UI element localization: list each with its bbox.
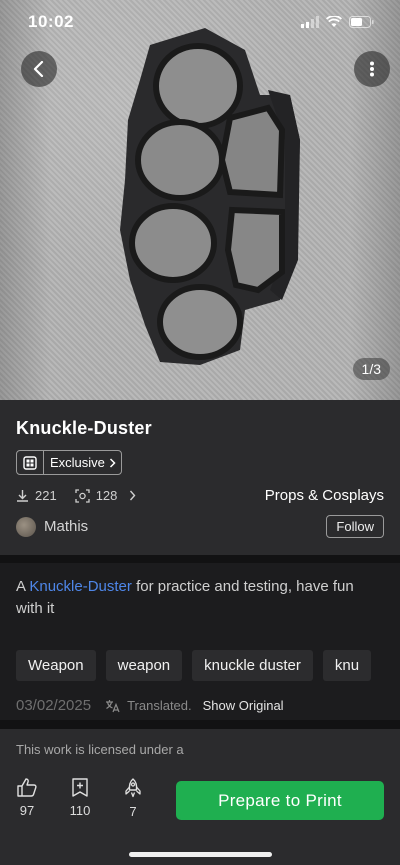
- stats[interactable]: 221 128: [16, 488, 136, 503]
- section-divider: [0, 720, 400, 729]
- author-name: Mathis: [44, 518, 89, 535]
- model-image[interactable]: 10:02 1/3: [0, 0, 400, 400]
- collect-count: 110: [69, 803, 91, 818]
- print-stat: 128: [75, 488, 118, 503]
- description-link[interactable]: Knuckle-Duster: [29, 578, 132, 595]
- category-link[interactable]: Props & Cosplays: [265, 487, 384, 504]
- more-options-button[interactable]: [354, 51, 390, 87]
- chevron-left-icon: [33, 61, 44, 77]
- like-count: 97: [19, 803, 35, 818]
- like-button[interactable]: 97: [14, 778, 40, 819]
- tag-chip[interactable]: knu: [322, 650, 372, 681]
- wifi-icon: [326, 16, 342, 27]
- bookmark-plus-icon: [72, 778, 88, 797]
- model-info-panel: Knuckle-Duster Exclusive 221 128 Props &…: [0, 400, 400, 555]
- action-buttons: 97 110 7: [14, 778, 146, 819]
- rocket-icon: [125, 778, 141, 798]
- prepare-to-print-button[interactable]: Prepare to Print: [176, 781, 384, 820]
- translated-label: Translated.: [127, 698, 192, 713]
- exclusive-icon: [17, 451, 44, 474]
- avatar: [16, 516, 36, 537]
- more-vertical-icon: [370, 61, 374, 77]
- follow-button[interactable]: Follow: [326, 515, 384, 538]
- translate-icon: [106, 699, 120, 712]
- home-indicator[interactable]: [129, 852, 272, 857]
- printed-scan-icon: [75, 488, 90, 503]
- boost-count: 7: [129, 804, 137, 819]
- status-icons: [301, 16, 374, 28]
- print-count: 128: [95, 488, 118, 503]
- download-icon: [17, 490, 28, 502]
- description-text: A Knuckle-Duster for practice and testin…: [16, 576, 384, 620]
- collect-button[interactable]: 110: [67, 778, 93, 819]
- download-count: 221: [35, 488, 57, 503]
- exclusive-label: Exclusive: [50, 455, 105, 470]
- image-pager: 1/3: [352, 358, 390, 380]
- tag-chip[interactable]: knuckle duster: [192, 650, 313, 681]
- cellular-signal-icon: [301, 16, 319, 28]
- model-title: Knuckle-Duster: [16, 418, 152, 438]
- tag-chip[interactable]: Weapon: [16, 650, 96, 681]
- show-original-link[interactable]: Show Original: [203, 698, 284, 713]
- battery-icon: [349, 16, 374, 28]
- license-text: This work is licensed under a: [16, 742, 184, 757]
- translation-info: Translated. Show Original: [105, 698, 284, 713]
- tag-chip[interactable]: weapon: [105, 650, 183, 681]
- status-bar: 10:02: [0, 0, 400, 44]
- description-prefix: A: [16, 578, 30, 595]
- thumbs-up-icon: [17, 778, 37, 797]
- meta-row: 03/02/2025 Translated. Show Original: [16, 697, 384, 714]
- back-button[interactable]: [21, 51, 57, 87]
- boost-button[interactable]: 7: [120, 778, 146, 819]
- model-detail-screen: 10:02 1/3 Knuckle-Duster Exclusive 221 1…: [0, 0, 400, 865]
- download-stat: 221: [16, 488, 57, 503]
- clock: 10:02: [28, 12, 74, 31]
- stats-row: 221 128 Props & Cosplays: [16, 487, 384, 504]
- publish-date: 03/02/2025: [16, 697, 92, 714]
- tag-list: Weapon weapon knuckle duster knu: [16, 650, 400, 681]
- author-row: Mathis Follow: [16, 515, 384, 538]
- description-section: A Knuckle-Duster for practice and testin…: [0, 563, 400, 720]
- chevron-right-icon: [109, 457, 116, 468]
- stats-chevron-icon: [130, 490, 136, 501]
- knuckle-duster-photo: [120, 28, 300, 365]
- author[interactable]: Mathis: [16, 516, 89, 537]
- exclusive-badge[interactable]: Exclusive: [16, 450, 122, 475]
